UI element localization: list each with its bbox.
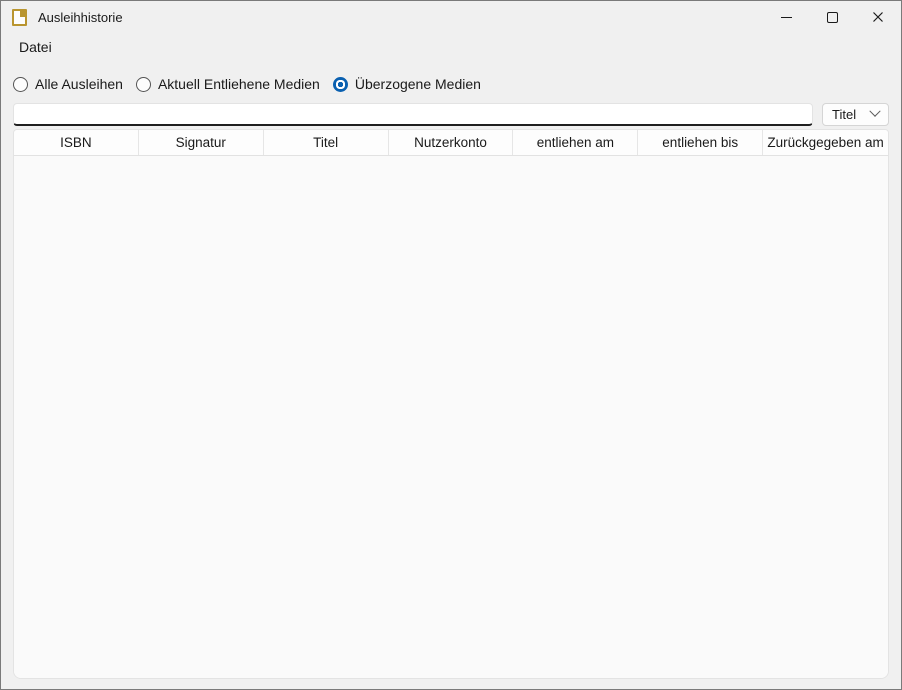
- minimize-icon: [781, 17, 792, 18]
- close-button[interactable]: [855, 1, 901, 33]
- dropdown-selected-value: Titel: [832, 107, 856, 122]
- table-body-empty: [14, 156, 888, 678]
- radio-aktuell-entliehene-medien[interactable]: Aktuell Entliehene Medien: [136, 76, 320, 92]
- minimize-button[interactable]: [763, 1, 809, 33]
- search-input[interactable]: [13, 103, 813, 126]
- filter-row: Alle Ausleihen Aktuell Entliehene Medien…: [1, 59, 901, 101]
- radio-ueberzogene-medien[interactable]: Überzogene Medien: [333, 76, 481, 92]
- close-icon: [872, 11, 884, 23]
- radio-label: Aktuell Entliehene Medien: [158, 76, 320, 92]
- menu-bar: Datei: [1, 35, 901, 59]
- titlebar: Ausleihhistorie: [1, 1, 901, 33]
- maximize-button[interactable]: [809, 1, 855, 33]
- column-header-entliehen-am[interactable]: entliehen am: [513, 130, 638, 155]
- search-row: Titel: [1, 103, 901, 126]
- menu-item-datei[interactable]: Datei: [11, 37, 60, 57]
- column-header-titel[interactable]: Titel: [264, 130, 389, 155]
- radio-icon: [136, 77, 151, 92]
- column-header-signatur[interactable]: Signatur: [139, 130, 264, 155]
- book-icon: [12, 9, 27, 26]
- chevron-down-icon: [869, 105, 880, 116]
- radio-label: Alle Ausleihen: [35, 76, 123, 92]
- column-header-entliehen-bis[interactable]: entliehen bis: [638, 130, 763, 155]
- column-header-isbn[interactable]: ISBN: [14, 130, 139, 155]
- column-header-nutzerkonto[interactable]: Nutzerkonto: [389, 130, 514, 155]
- column-header-zurueckgegeben-am[interactable]: Zurückgegeben am: [763, 130, 888, 155]
- search-field-dropdown[interactable]: Titel: [822, 103, 889, 126]
- radio-selected-icon: [333, 77, 348, 92]
- table-header-row: ISBN Signatur Titel Nutzerkonto entliehe…: [14, 130, 888, 156]
- caption-buttons: [763, 1, 901, 33]
- radio-alle-ausleihen[interactable]: Alle Ausleihen: [13, 76, 123, 92]
- window-title: Ausleihhistorie: [38, 10, 123, 25]
- maximize-icon: [827, 12, 838, 23]
- app-window: Ausleihhistorie Datei Alle Ausleihen: [0, 0, 902, 690]
- radio-icon: [13, 77, 28, 92]
- radio-label: Überzogene Medien: [355, 76, 481, 92]
- loan-history-table: ISBN Signatur Titel Nutzerkonto entliehe…: [13, 129, 889, 679]
